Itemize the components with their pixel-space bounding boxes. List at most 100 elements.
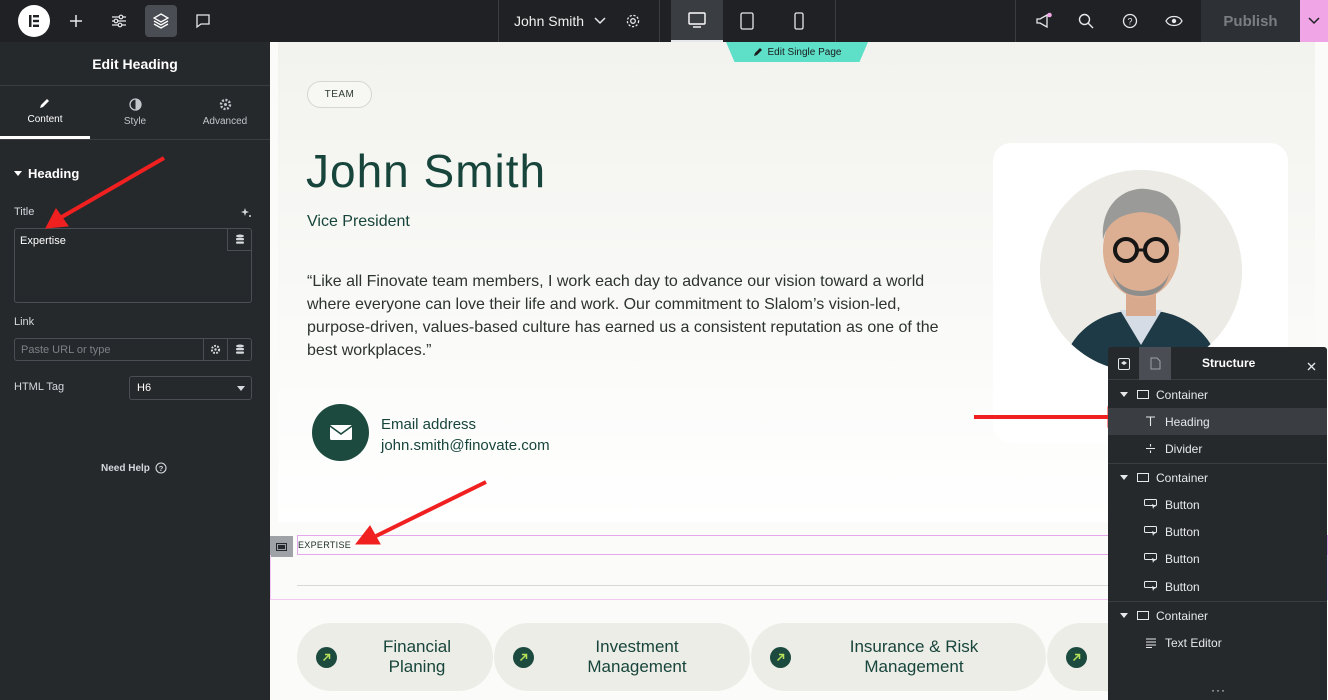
caret-down-icon [1120,613,1128,618]
layers-icon [153,13,169,29]
member-role: Vice President [307,213,410,230]
expertise-heading[interactable]: EXPERTISE [298,540,351,550]
pencil-icon [40,99,49,108]
structure-item-label: Container [1156,470,1209,485]
page-settings-button[interactable] [620,0,646,42]
edit-single-page-tab[interactable]: Edit Single Page [726,42,868,62]
help-circle-icon: ? [1122,13,1138,29]
arrow-up-right-icon [770,647,791,668]
add-element-button[interactable] [64,0,88,42]
site-settings-button[interactable] [106,0,132,42]
page-view-button[interactable] [1139,347,1171,380]
structure-item-button[interactable]: Button [1108,545,1327,572]
service-line-1: Financial [382,637,452,656]
member-photo [1040,170,1242,372]
help-circle-icon: ? [155,462,167,474]
element-handle[interactable] [270,536,293,557]
structure-item-container[interactable]: Container [1108,464,1327,491]
gear-icon [626,14,640,28]
document-icon [1150,357,1160,370]
elementor-logo[interactable] [18,5,50,37]
structure-item-heading[interactable]: Heading [1108,408,1327,435]
service-line-2: Management [864,657,964,676]
dynamic-tags-button[interactable] [227,229,251,251]
structure-item-button[interactable]: Button [1108,573,1327,600]
structure-item-button[interactable]: Button [1108,518,1327,545]
notes-button[interactable] [190,0,216,42]
container-icon [1137,390,1149,399]
panel-tabs: Content Style Advanced [0,86,270,140]
layers-box-icon [1118,358,1130,370]
link-options-button[interactable] [203,339,227,360]
structure-item-label: Heading [1165,414,1210,429]
structure-item-label: Container [1156,387,1209,402]
gear-icon [210,344,221,355]
divider-icon [1146,444,1155,453]
service-button-1[interactable]: Financial Planing [297,623,493,691]
tablet-view-button[interactable] [734,0,760,42]
html-tag-value: H6 [137,382,152,394]
structure-item-container[interactable]: Container [1108,381,1327,408]
structure-title: Structure [1202,356,1256,370]
service-line-1: Insurance & Risk [849,637,979,656]
caret-down-icon [1120,475,1128,480]
html-tag-select[interactable]: H6 [129,376,252,400]
mobile-view-button[interactable] [786,0,812,42]
sparkle-icon [241,208,251,217]
structure-button[interactable] [145,5,177,37]
structure-item-label: Text Editor [1165,635,1222,650]
tab-content[interactable]: Content [0,86,90,139]
desktop-icon [688,12,706,28]
chevron-down-icon [1308,17,1320,25]
team-badge[interactable]: TEAM [307,81,372,108]
service-line-2: Management [587,657,687,676]
structure-item-container[interactable]: Container [1108,602,1327,629]
service-line-2: Planing [388,657,446,676]
pencil-icon [753,48,762,56]
email-link[interactable]: john.smith@finovate.com [381,437,550,454]
sliders-icon [112,14,126,28]
panel-title: Edit Heading [0,42,270,86]
whats-new-button[interactable] [1031,0,1057,42]
service-line-1: Investment [595,637,679,656]
structure-item-divider[interactable]: Divider [1108,435,1327,462]
arrow-up-right-icon [513,647,534,668]
close-structure-button[interactable] [1307,358,1316,376]
structure-item-label: Button [1165,551,1200,566]
link-dynamic-tags-button[interactable] [227,339,251,360]
structure-item-label: Button [1165,497,1200,512]
container-icon [276,542,287,551]
caret-down-icon [1120,392,1128,397]
toolbar-divider [835,0,836,42]
heading-icon [1146,416,1155,426]
resize-handle[interactable]: ··· [1211,683,1226,697]
need-help-label: Need Help [101,462,150,474]
tab-style[interactable]: Style [90,86,180,139]
tab-label: Style [123,116,147,127]
half-circle-icon [128,98,142,111]
publish-options-button[interactable] [1300,0,1328,42]
eye-icon [1165,15,1183,27]
close-icon [1307,362,1316,371]
need-help-link[interactable]: Need Help ? [101,462,167,474]
service-label: Financial Planing [357,637,477,677]
publish-button[interactable]: Publish [1201,0,1300,42]
finder-button[interactable] [1073,0,1099,42]
help-button[interactable]: ? [1117,0,1143,42]
desktop-view-button[interactable] [671,0,723,42]
service-button-3[interactable]: Insurance & Risk Management [751,623,1046,691]
service-button-2[interactable]: Investment Management [494,623,750,691]
tab-advanced[interactable]: Advanced [180,86,270,139]
structure-view-button[interactable] [1118,357,1130,375]
email-icon-circle [312,404,369,461]
ai-button[interactable] [240,206,252,224]
preview-button[interactable] [1161,0,1187,42]
top-bar: John Smith ? Publish [0,0,1328,42]
structure-item-button[interactable]: Button [1108,491,1327,518]
container-icon [1137,611,1149,620]
structure-item-text-editor[interactable]: Text Editor [1108,629,1327,656]
link-input[interactable]: Paste URL or type [14,338,252,361]
link-placeholder: Paste URL or type [21,344,111,356]
page-name-dropdown[interactable]: John Smith [514,0,606,42]
member-name: John Smith [306,145,547,197]
